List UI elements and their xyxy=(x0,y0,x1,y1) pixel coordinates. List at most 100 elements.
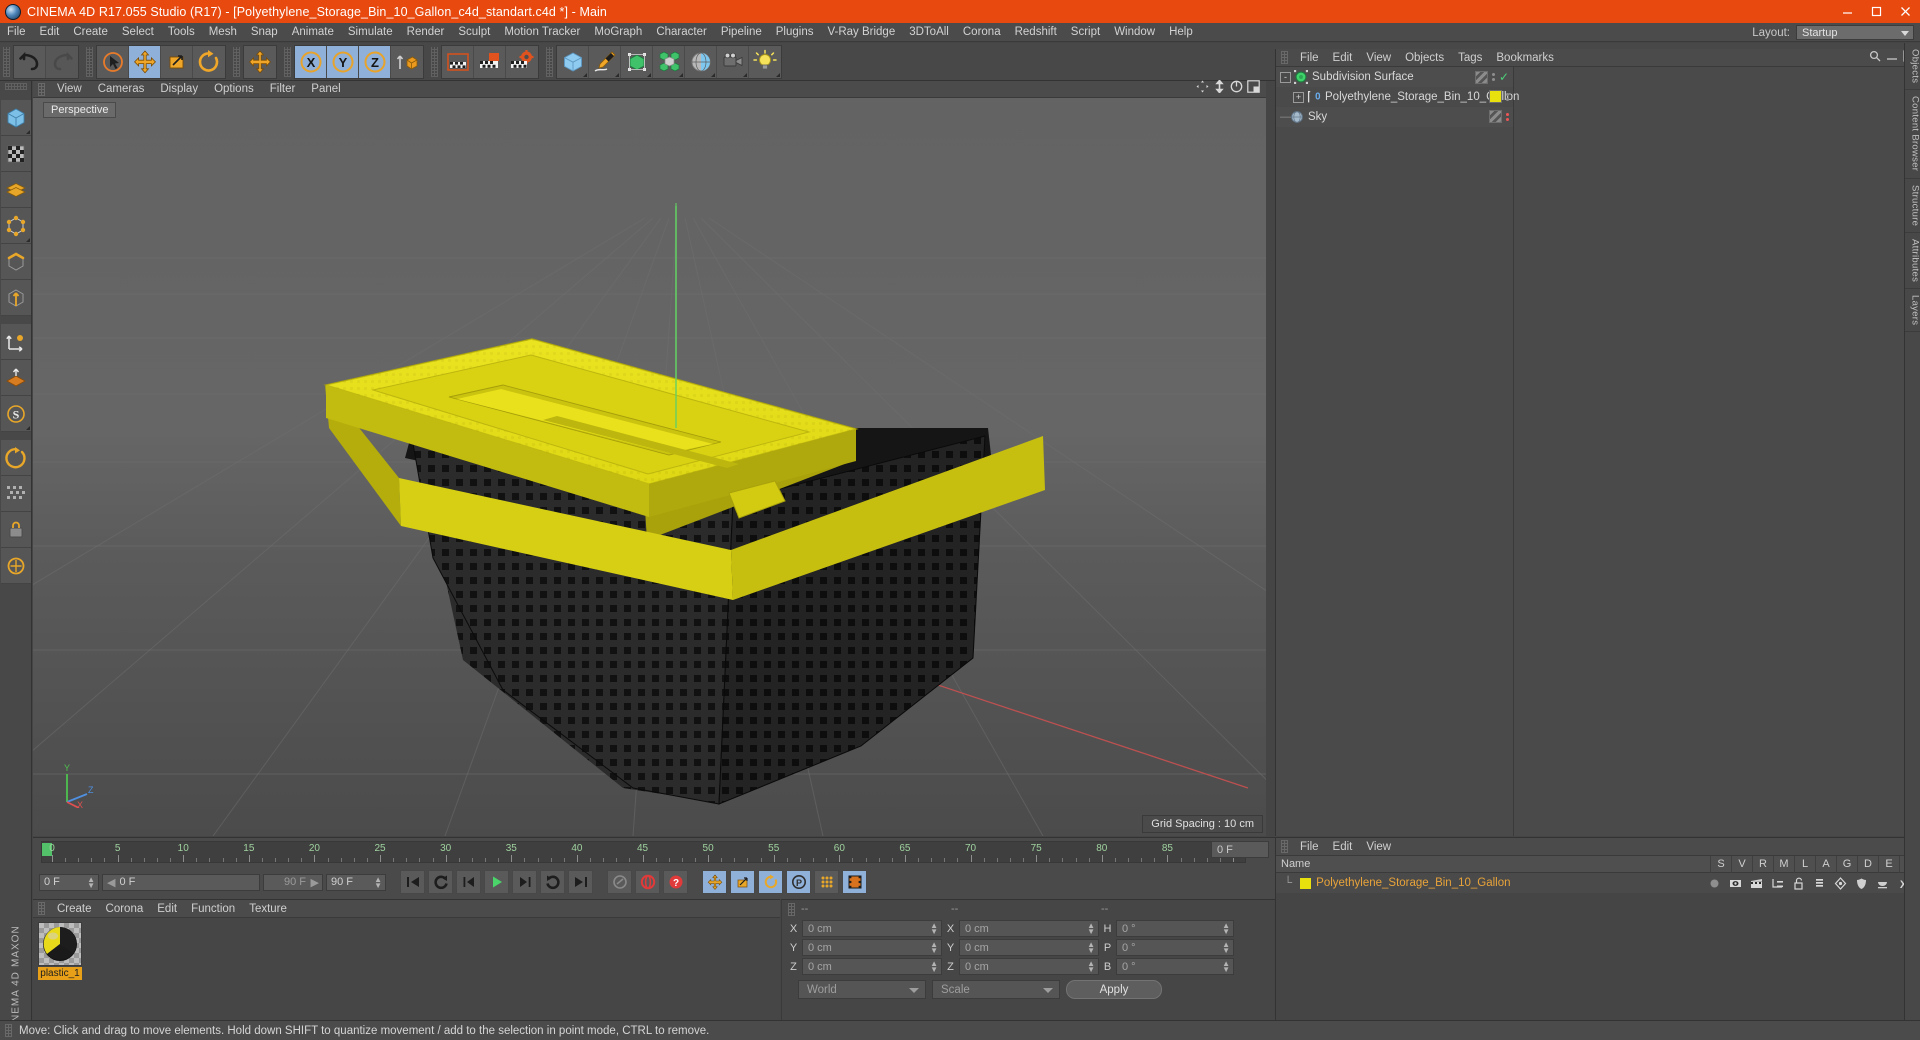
menu-item-3dtoall[interactable]: 3DToAll xyxy=(902,23,956,41)
layer-flag-cell[interactable] xyxy=(1872,875,1893,892)
layer-column-g[interactable]: G xyxy=(1836,855,1857,873)
viewport-menu-view[interactable]: View xyxy=(49,83,90,95)
menu-item-mograph[interactable]: MoGraph xyxy=(587,23,649,41)
view-eye-icon[interactable] xyxy=(1729,877,1742,890)
object-row[interactable]: - Subdivision Surface ✓ xyxy=(1276,67,1513,87)
render-clapper-icon[interactable] xyxy=(1750,877,1763,890)
render-settings-button[interactable] xyxy=(506,45,538,78)
size-x-field[interactable]: 0 cm ▲ ▼ xyxy=(959,920,1099,937)
rotation-key-button[interactable] xyxy=(758,870,783,894)
material-menu-create[interactable]: Create xyxy=(50,903,99,915)
layer-column-l[interactable]: L xyxy=(1794,855,1815,873)
autokey-button[interactable] xyxy=(607,870,632,894)
toolbar-grip-5[interactable] xyxy=(431,46,438,77)
toolbar-grip-4[interactable] xyxy=(284,46,291,77)
add-cube-button[interactable] xyxy=(557,45,589,78)
preview-next-icon[interactable]: ▶ xyxy=(311,876,319,889)
spinner-icon[interactable]: ▲ ▼ xyxy=(930,922,938,936)
add-spline-button[interactable] xyxy=(589,45,621,78)
scale-tool-button[interactable] xyxy=(161,45,193,78)
record-active-objects-button[interactable] xyxy=(635,870,660,894)
spinner-icon[interactable]: ▲ ▼ xyxy=(1222,922,1230,936)
minimize-button[interactable] xyxy=(1833,0,1862,23)
viewport-menu-display[interactable]: Display xyxy=(152,83,206,95)
layer-column-v[interactable]: V xyxy=(1731,855,1752,873)
layer-column-m[interactable]: M xyxy=(1773,855,1794,873)
timeline-toggle-button[interactable] xyxy=(842,870,867,894)
coordinates-grip[interactable] xyxy=(788,902,795,916)
spinner-icon[interactable]: ▲ ▼ xyxy=(1222,960,1230,974)
play-forwards-loop-button[interactable] xyxy=(540,870,565,894)
deformer-shield-icon[interactable] xyxy=(1855,877,1868,890)
visibility-dots-icon[interactable] xyxy=(1491,73,1495,81)
material-thumbnail[interactable] xyxy=(38,922,82,966)
spinner-icon[interactable]: ▲ ▼ xyxy=(87,875,95,889)
edge-mode-button[interactable] xyxy=(0,244,31,280)
add-scene-button[interactable] xyxy=(685,45,717,78)
menu-item-character[interactable]: Character xyxy=(649,23,714,41)
material-menu-function[interactable]: Function xyxy=(184,903,242,915)
position-key-button[interactable] xyxy=(702,870,727,894)
object-manager-grip[interactable] xyxy=(1281,51,1288,64)
menu-item-snap[interactable]: Snap xyxy=(244,23,285,41)
layer-flag-cell[interactable] xyxy=(1851,875,1872,892)
material-menu-edit[interactable]: Edit xyxy=(150,903,184,915)
layer-color-swatch[interactable] xyxy=(1300,877,1312,889)
material-tag-icon[interactable] xyxy=(1489,90,1502,103)
world-object-axis-button[interactable] xyxy=(391,45,423,78)
layer-manager-menu-view[interactable]: View xyxy=(1359,841,1398,853)
deformer-toggle-button[interactable] xyxy=(0,476,31,512)
next-frame-button[interactable] xyxy=(512,870,537,894)
toolbar-grip-3[interactable] xyxy=(233,46,240,77)
go-to-end-button[interactable] xyxy=(568,870,593,894)
maximize-button[interactable] xyxy=(1862,0,1891,23)
menu-item-file[interactable]: File xyxy=(0,23,33,41)
spinner-icon[interactable]: ▲ ▼ xyxy=(1087,960,1095,974)
left-palette-grip[interactable] xyxy=(4,83,27,90)
viewport-canvas[interactable]: Perspective Grid Spacing : 10 cm Y Z X xyxy=(33,98,1266,836)
live-selection-button[interactable] xyxy=(97,45,129,78)
object-manager-menu-view[interactable]: View xyxy=(1359,52,1398,64)
close-button[interactable] xyxy=(1891,0,1920,23)
position-x-field[interactable]: 0 cm ▲ ▼ xyxy=(802,920,942,937)
generator-toggle-button[interactable] xyxy=(0,512,31,548)
menu-item-create[interactable]: Create xyxy=(66,23,115,41)
viewport-solo-button[interactable] xyxy=(0,440,31,476)
rotation-p-field[interactable]: 0 ° ▲ ▼ xyxy=(1116,939,1234,956)
viewport-menu-cameras[interactable]: Cameras xyxy=(90,83,153,95)
layer-flag-cell[interactable] xyxy=(1788,875,1809,892)
viewport-pan-icon[interactable] xyxy=(1196,80,1209,98)
layer-column-r[interactable]: R xyxy=(1752,855,1773,873)
menu-item-help[interactable]: Help xyxy=(1162,23,1200,41)
play-backwards-button[interactable] xyxy=(428,870,453,894)
param-key-button[interactable]: P xyxy=(786,870,811,894)
layer-column-e[interactable]: E xyxy=(1878,855,1899,873)
redo-button[interactable] xyxy=(46,45,78,78)
toolbar-grip-2[interactable] xyxy=(86,46,93,77)
layer-column-a[interactable]: A xyxy=(1815,855,1836,873)
animation-bars-icon[interactable] xyxy=(1813,877,1826,890)
snap-button[interactable]: S xyxy=(0,396,31,432)
menu-item-pipeline[interactable]: Pipeline xyxy=(714,23,769,41)
object-manager-menu-file[interactable]: File xyxy=(1293,52,1326,64)
preview-start-field[interactable]: ◀ 0 F xyxy=(102,873,260,891)
menu-item-script[interactable]: Script xyxy=(1064,23,1107,41)
add-array-button[interactable] xyxy=(653,45,685,78)
menu-item-simulate[interactable]: Simulate xyxy=(341,23,400,41)
rotation-h-field[interactable]: 0 ° ▲ ▼ xyxy=(1116,920,1234,937)
layer-manager-menu-edit[interactable]: Edit xyxy=(1326,841,1360,853)
add-nurbs-button[interactable] xyxy=(621,45,653,78)
add-light-button[interactable] xyxy=(749,45,781,78)
transform-mode-dropdown[interactable]: Scale xyxy=(932,980,1060,999)
texture-mode-button[interactable] xyxy=(0,136,31,172)
visibility-dots-icon[interactable] xyxy=(1506,92,1509,101)
point-mode-button[interactable] xyxy=(0,208,31,244)
add-camera-button[interactable] xyxy=(717,45,749,78)
tree-expander-toggle[interactable]: - xyxy=(1280,71,1291,83)
spinner-icon[interactable]: ▲ ▼ xyxy=(1222,941,1230,955)
visibility-dots-icon[interactable] xyxy=(1506,112,1509,121)
menu-item-tools[interactable]: Tools xyxy=(161,23,202,41)
keyframe-selection-button[interactable]: ? xyxy=(663,870,688,894)
spinner-icon[interactable]: ▲ ▼ xyxy=(1087,922,1095,936)
spinner-icon[interactable]: ▲ ▼ xyxy=(930,941,938,955)
